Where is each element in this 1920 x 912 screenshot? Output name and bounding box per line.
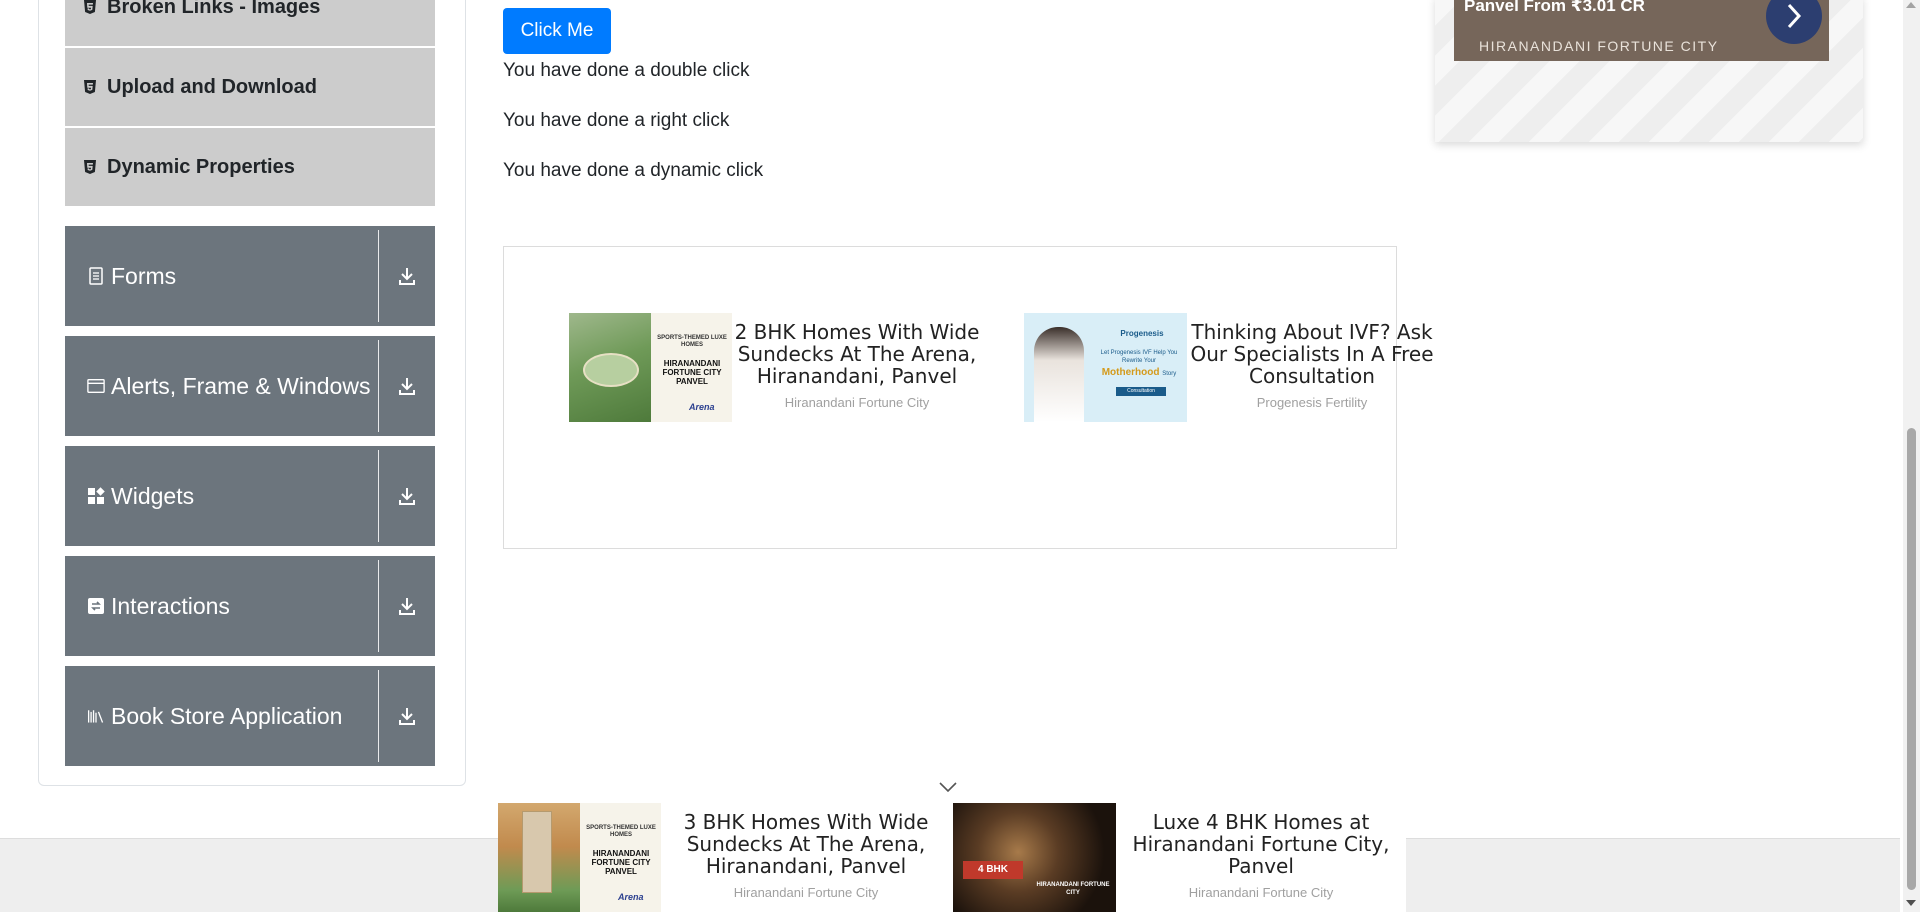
group-label: Book Store Application — [111, 702, 343, 729]
html5-icon — [83, 0, 97, 15]
download-icon[interactable] — [379, 706, 435, 726]
ad-image-logo: Arena — [689, 402, 715, 412]
widgets-icon — [87, 487, 105, 505]
html5-icon — [83, 159, 97, 175]
ad-image-text: Story — [1162, 371, 1177, 377]
html5-icon — [83, 79, 97, 95]
ad-image-tagline: SPORTS-THEMED LUXE HOMES — [586, 825, 656, 838]
ad-image-hiranandani-arena: SPORTS-THEMED LUXE HOMES HIRANANDANI FOR… — [569, 313, 732, 422]
books-icon — [87, 707, 105, 725]
sidebar-item-label: Broken Links - Images — [107, 0, 321, 18]
ad-source: Hiranandani Fortune City — [733, 885, 879, 900]
ad-image-highlight: Motherhood — [1101, 367, 1160, 378]
sidebar-item-label: Upload and Download — [107, 75, 317, 98]
double-click-message: You have done a double click — [503, 60, 750, 81]
sidebar-item-upload-download[interactable]: Upload and Download — [65, 48, 435, 126]
ad-image-brand: HIRANANDANI FORTUNE CITY PANVEL — [662, 359, 722, 386]
ad-image-brand: HIRANANDANI FORTUNE CITY PANVEL — [591, 849, 651, 876]
ad-banner: Panvel From ₹3.01 CR HIRANANDANI FORTUNE… — [1454, 0, 1829, 61]
sidebar-group-widgets[interactable]: Widgets — [65, 446, 435, 546]
ad-headline: Panvel From ₹3.01 CR — [1464, 0, 1645, 15]
ad-title[interactable]: Thinking About IVF? Ask Our Specialists … — [1187, 321, 1437, 387]
ad-image-hiranandani-luxe: 4 BHK HIRANANDANI FORTUNE CITY — [953, 803, 1116, 912]
scroll-up-arrow-icon[interactable] — [1906, 2, 1916, 8]
sidebar-group-interactions[interactable]: Interactions — [65, 556, 435, 656]
group-label: Widgets — [111, 482, 195, 509]
download-icon[interactable] — [379, 266, 435, 286]
right-click-message: You have done a right click — [503, 110, 730, 131]
sidebar-group-alerts-frame-windows[interactable]: Alerts, Frame & Windows — [65, 336, 435, 436]
ad-card-4bhk[interactable]: 4 BHK HIRANANDANI FORTUNE CITY Luxe 4 BH… — [953, 803, 1406, 912]
divider — [378, 340, 379, 432]
window-icon — [87, 377, 105, 395]
ad-image-badge: 4 BHK — [963, 861, 1023, 879]
divider — [378, 230, 379, 322]
download-icon[interactable] — [379, 486, 435, 506]
sidebar-item-dynamic-properties[interactable]: Dynamic Properties — [65, 128, 435, 206]
document-icon — [87, 267, 105, 285]
ad-image-tagline: SPORTS-THEMED LUXE HOMES — [657, 335, 727, 348]
download-icon[interactable] — [379, 376, 435, 396]
ad-source: Progenesis Fertility — [1256, 395, 1368, 410]
ad-image-hiranandani-arena: SPORTS-THEMED LUXE HOMES HIRANANDANI FOR… — [498, 803, 661, 912]
ad-title[interactable]: 2 BHK Homes With Wide Sundecks At The Ar… — [732, 321, 982, 387]
ad-image-brand: HIRANANDANI FORTUNE CITY — [1036, 882, 1110, 896]
divider — [378, 560, 379, 652]
ad-brand: HIRANANDANI FORTUNE CITY — [1479, 38, 1719, 54]
ad-source: Hiranandani Fortune City — [784, 395, 930, 410]
sidebar-group-book-store[interactable]: Book Store Application — [65, 666, 435, 766]
chevron-down-icon[interactable] — [938, 780, 958, 794]
ad-card-3bhk[interactable]: SPORTS-THEMED LUXE HOMES HIRANANDANI FOR… — [498, 803, 951, 912]
group-label: Forms — [111, 262, 177, 289]
group-label: Alerts, Frame & Windows — [111, 372, 371, 399]
ad-image-progenesis: Progenesis Let Progenesis IVF Help You R… — [1024, 313, 1187, 422]
ad-card-2bhk[interactable]: SPORTS-THEMED LUXE HOMES HIRANANDANI FOR… — [569, 313, 982, 422]
ad-top-right[interactable]: Panvel From ₹3.01 CR HIRANANDANI FORTUNE… — [1435, 0, 1863, 142]
ad-image-cta: Consultation — [1116, 387, 1166, 396]
ad-card-ivf[interactable]: Progenesis Let Progenesis IVF Help You R… — [1024, 313, 1437, 422]
interactions-icon — [87, 597, 105, 615]
click-me-button[interactable]: Click Me — [503, 8, 611, 54]
ad-image-text: Let Progenesis IVF Help You Rewrite Your — [1100, 350, 1178, 364]
ad-title[interactable]: 3 BHK Homes With Wide Sundecks At The Ar… — [661, 811, 951, 877]
download-icon[interactable] — [379, 596, 435, 616]
dynamic-click-message: You have done a dynamic click — [503, 160, 764, 181]
divider — [378, 670, 379, 762]
ad-image-logo: Arena — [618, 892, 644, 902]
sidebar-item-label: Dynamic Properties — [107, 155, 295, 178]
ad-source: Hiranandani Fortune City — [1188, 885, 1334, 900]
sidebar-group-forms[interactable]: Forms — [65, 226, 435, 326]
group-label: Interactions — [111, 592, 230, 619]
divider — [378, 450, 379, 542]
chevron-right-icon[interactable] — [1766, 0, 1822, 44]
scrollbar-thumb[interactable] — [1907, 428, 1916, 890]
ad-title[interactable]: Luxe 4 BHK Homes at Hiranandani Fortune … — [1116, 811, 1406, 877]
sidebar-item-broken-links-images[interactable]: Broken Links - Images — [65, 0, 435, 46]
scroll-down-arrow-icon[interactable] — [1906, 900, 1916, 906]
ad-image-logo: Progenesis — [1120, 329, 1164, 338]
